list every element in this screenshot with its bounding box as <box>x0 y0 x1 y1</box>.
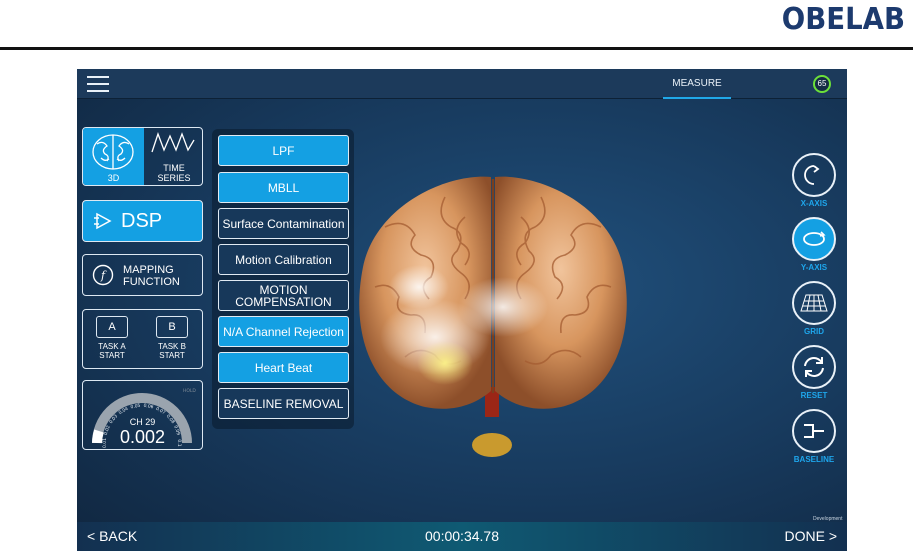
x-axis-label: X-AXIS <box>800 199 828 208</box>
task-b-button[interactable]: B <box>156 316 188 338</box>
view-3d-label: 3D <box>107 173 120 183</box>
battery-indicator: 65 <box>813 75 831 93</box>
mapping-function-button[interactable]: f MAPPING FUNCTION <box>82 254 203 296</box>
svg-text:f: f <box>100 269 107 282</box>
task-b-label: TASK B START <box>158 342 186 360</box>
top-bar: MEASURE 65 <box>77 69 847 99</box>
x-axis-rotate-icon <box>792 153 836 197</box>
channel-gauge: 0.01 0.02 0.03 0.04 0.05 0.06 0.07 0.08 0.09 0.1 … <box>82 380 203 450</box>
dsp-option-motion-calibration[interactable]: Motion Calibration <box>218 244 349 275</box>
baseline-icon <box>792 409 836 453</box>
dsp-options-list: LPF MBLL Surface Contamination Motion Ca… <box>212 129 354 429</box>
grid-button[interactable]: GRID <box>790 281 838 336</box>
gauge-value: 0.002 <box>119 427 166 447</box>
task-a-label: TASK A START <box>98 342 126 360</box>
dsp-option-baseline-removal[interactable]: BASELINE REMOVAL <box>218 388 349 419</box>
view-time-series-button[interactable]: TIME SERIES <box>144 128 202 185</box>
dsp-option-heart-beat[interactable]: Heart Beat <box>218 352 349 383</box>
x-axis-button[interactable]: X-AXIS <box>790 153 838 208</box>
y-axis-button[interactable]: Y-AXIS <box>790 217 838 272</box>
brain-icon <box>92 134 134 170</box>
gauge-hold-label: HOLD <box>183 388 196 394</box>
tab-measure[interactable]: MEASURE <box>663 69 731 99</box>
dsp-option-na-channel-rejection[interactable]: N/A Channel Rejection <box>218 316 349 347</box>
y-axis-label: Y-AXIS <box>800 263 828 272</box>
session-timer: 00:00:34.78 <box>425 528 499 544</box>
view-mode-toggle: 3D TIME SERIES <box>82 127 203 186</box>
task-a-button[interactable]: A <box>96 316 128 338</box>
dsp-label: DSP <box>121 210 163 232</box>
app-window: MEASURE 65 3D TIME SERIES DSP f MAPPING … <box>77 69 847 551</box>
gauge-channel: CH 29 <box>129 417 156 427</box>
baseline-label: BASELINE <box>793 455 835 464</box>
dsp-option-motion-compensation[interactable]: MOTION COMPENSATION <box>218 280 349 311</box>
header-divider <box>0 47 913 50</box>
grid-label: GRID <box>804 327 824 336</box>
menu-icon[interactable] <box>87 76 109 92</box>
function-icon: f <box>92 264 114 286</box>
waveform-icon <box>151 132 195 153</box>
grid-icon <box>792 281 836 325</box>
dsp-option-surface-contamination[interactable]: Surface Contamination <box>218 208 349 239</box>
done-button[interactable]: DONE > <box>784 528 837 544</box>
view-3d-button[interactable]: 3D <box>83 128 144 185</box>
dsp-option-lpf[interactable]: LPF <box>218 135 349 166</box>
reset-label: RESET <box>800 391 828 400</box>
task-panel: A TASK A START B TASK B START <box>82 309 203 369</box>
dsp-button[interactable]: DSP <box>82 200 203 242</box>
baseline-button[interactable]: BASELINE <box>790 409 838 464</box>
reset-button[interactable]: RESET <box>790 345 838 400</box>
y-axis-rotate-icon <box>792 217 836 261</box>
dsp-option-mbll[interactable]: MBLL <box>218 172 349 203</box>
brain-3d-view[interactable] <box>345 167 641 459</box>
obelab-logo: OBELAB <box>781 2 905 37</box>
dsp-icon <box>94 212 112 230</box>
reset-icon <box>792 345 836 389</box>
mapping-function-label: MAPPING FUNCTION <box>123 264 180 288</box>
bottom-bar: < BACK 00:00:34.78 DONE > <box>77 522 847 551</box>
view-time-series-label: TIME SERIES <box>157 163 191 183</box>
